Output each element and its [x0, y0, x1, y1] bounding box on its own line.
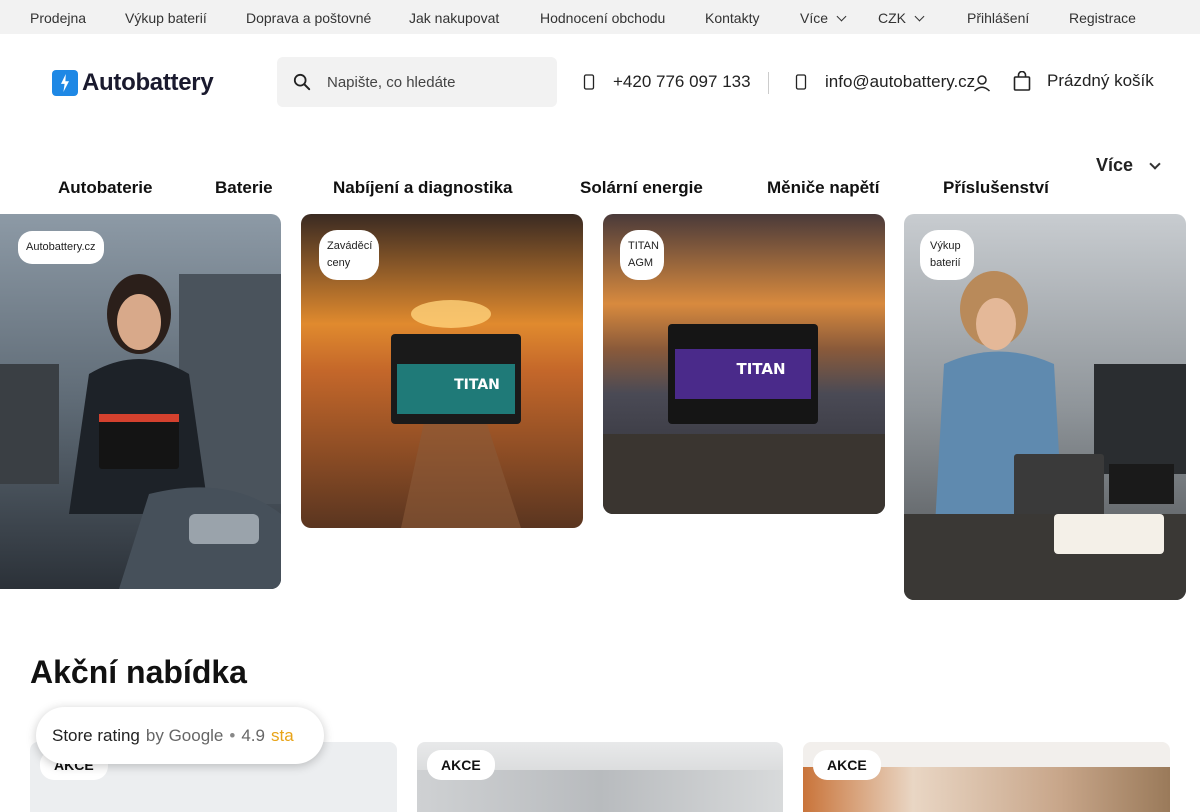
- chevron-down-icon: [836, 11, 847, 22]
- chevron-down-icon: [914, 11, 925, 22]
- contact-divider: [768, 72, 769, 94]
- top-bar: Prodejna Výkup baterií Doprava a poštovn…: [0, 0, 1200, 34]
- email-icon: [795, 74, 807, 90]
- nav-item-menice[interactable]: Měniče napětí: [767, 178, 879, 198]
- store-rating-separator: •: [229, 725, 236, 745]
- currency-label: CZK: [878, 10, 906, 26]
- shopping-bag-icon: [1013, 71, 1031, 91]
- svg-text:TITAN: TITAN: [736, 360, 785, 378]
- section-title-akcni-nabidka: Akční nabídka: [30, 654, 247, 690]
- topbar-link-vykup[interactable]: Výkup baterií: [125, 10, 207, 26]
- offer-card[interactable]: AKCE: [417, 742, 783, 812]
- currency-dropdown[interactable]: CZK: [878, 10, 925, 26]
- email-address: info@autobattery.cz: [825, 72, 976, 91]
- store-rating-score: 4.9: [241, 725, 265, 745]
- store-rating-source: by Google: [145, 725, 224, 745]
- topbar-link-kontakty[interactable]: Kontakty: [705, 10, 759, 26]
- banner-badge: Autobattery.cz: [18, 231, 104, 264]
- phone-icon: [583, 74, 595, 90]
- nav-more-dropdown[interactable]: Více: [1096, 155, 1161, 176]
- search-icon[interactable]: [293, 73, 311, 91]
- svg-text:TITAN: TITAN: [454, 377, 500, 393]
- banner-zavadeci-ceny[interactable]: TITAN Zaváděcí ceny: [301, 214, 583, 528]
- banner-badge: Výkup baterií: [920, 230, 974, 280]
- store-rating-label: Store rating: [52, 725, 140, 745]
- nav-item-baterie[interactable]: Baterie: [215, 178, 273, 198]
- banner-mechanic-image: [0, 214, 281, 589]
- banner-vykup-bateri[interactable]: Výkup baterií: [904, 214, 1186, 600]
- user-icon[interactable]: [973, 74, 991, 92]
- cart-label: Prázdný košík: [1047, 71, 1154, 90]
- banner-badge: Zaváděcí ceny: [319, 230, 379, 280]
- search-input[interactable]: [327, 57, 547, 107]
- phone-contact[interactable]: +420 776 097 133: [583, 72, 751, 92]
- banner-badge: TITAN AGM: [620, 230, 664, 280]
- nav-item-nabijeni[interactable]: Nabíjení a diagnostika: [333, 178, 513, 198]
- logo[interactable]: Autobattery: [52, 69, 214, 97]
- topbar-more-label: Více: [800, 10, 829, 26]
- store-rating-badge[interactable]: Store rating by Google • 4.9 sta: [36, 707, 324, 764]
- banner-titan-agm[interactable]: TITAN TITAN AGM: [603, 214, 885, 514]
- nav-item-prislusenstvi[interactable]: Příslušenství: [943, 178, 1049, 198]
- store-rating-stars: sta: [270, 725, 294, 745]
- email-contact[interactable]: info@autobattery.cz: [795, 72, 975, 92]
- topbar-link-jak-nakupovat[interactable]: Jak nakupovat: [409, 10, 499, 26]
- cart-button[interactable]: Prázdný košík: [1013, 71, 1154, 91]
- search-box: [277, 57, 557, 107]
- topbar-link-doprava[interactable]: Doprava a poštovné: [246, 10, 371, 26]
- nav-item-autobaterie[interactable]: Autobaterie: [58, 178, 152, 198]
- logo-text: Autobattery: [82, 69, 214, 96]
- offer-card[interactable]: AKCE: [803, 742, 1170, 812]
- main-nav: Více Autobaterie Baterie Nabíjení a diag…: [0, 150, 1200, 210]
- login-link[interactable]: Přihlášení: [967, 10, 1029, 26]
- banner-autobattery[interactable]: Autobattery.cz: [0, 214, 281, 589]
- chevron-down-icon: [1149, 158, 1161, 170]
- register-link[interactable]: Registrace: [1069, 10, 1136, 26]
- logo-bolt-icon: [52, 70, 78, 96]
- header: Autobattery +420 776 097 133 info@autoba…: [0, 34, 1200, 134]
- akce-badge: AKCE: [427, 750, 495, 780]
- akce-badge: AKCE: [813, 750, 881, 780]
- topbar-link-prodejna[interactable]: Prodejna: [30, 10, 86, 26]
- nav-item-solarni[interactable]: Solární energie: [580, 178, 703, 198]
- topbar-more-dropdown[interactable]: Více: [800, 10, 847, 26]
- nav-more-label: Více: [1096, 155, 1134, 175]
- phone-number: +420 776 097 133: [613, 72, 751, 91]
- topbar-link-hodnoceni[interactable]: Hodnocení obchodu: [540, 10, 665, 26]
